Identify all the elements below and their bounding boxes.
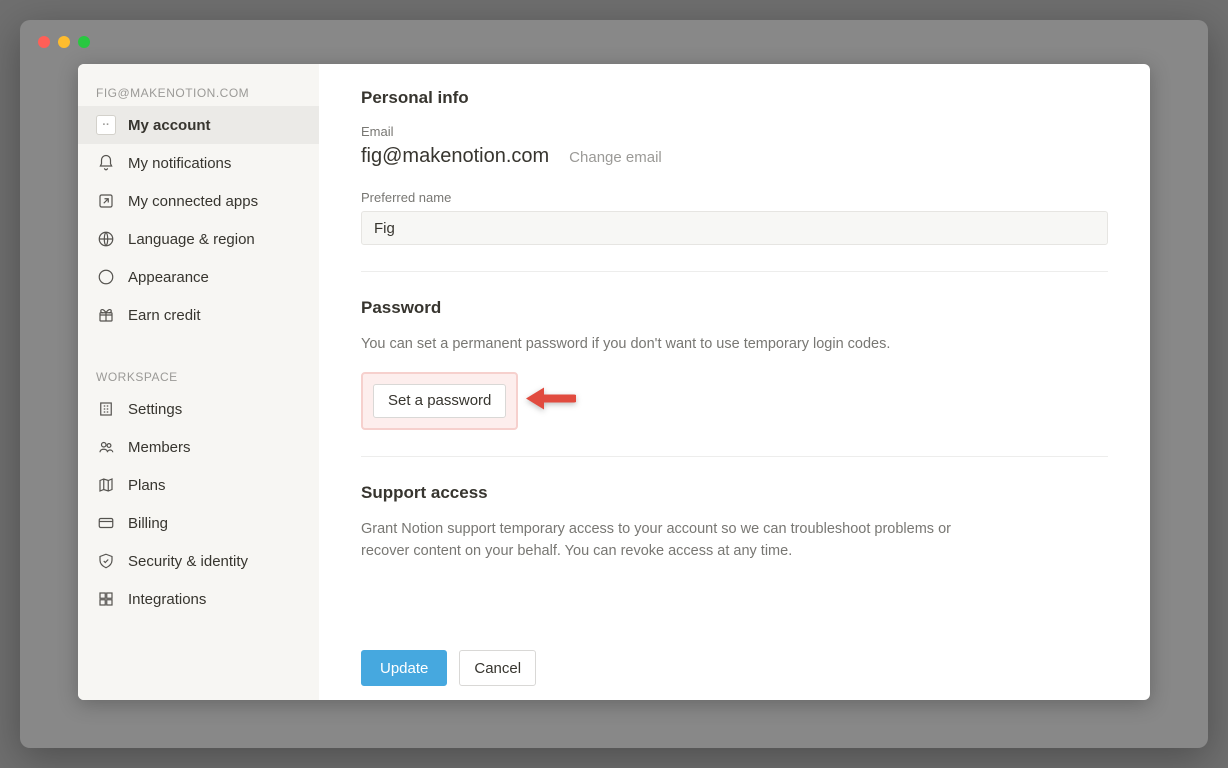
email-label: Email [361, 124, 1108, 139]
sidebar-item-notifications[interactable]: My notifications [78, 144, 319, 182]
bell-icon [96, 153, 116, 173]
sidebar-item-settings[interactable]: Settings [78, 390, 319, 428]
sidebar-item-label: Settings [128, 401, 301, 418]
titlebar [20, 20, 1208, 64]
password-description: You can set a permanent password if you … [361, 334, 981, 356]
preferred-name-input[interactable] [361, 211, 1108, 245]
building-icon [96, 399, 116, 419]
sidebar-item-earn-credit[interactable]: Earn credit [78, 296, 319, 334]
sidebar-item-language-region[interactable]: Language & region [78, 220, 319, 258]
sidebar-item-label: Earn credit [128, 307, 301, 324]
sidebar-item-label: Security & identity [128, 553, 301, 570]
sidebar-item-label: Language & region [128, 231, 301, 248]
change-email-link[interactable]: Change email [569, 149, 662, 166]
sidebar-item-label: My account [128, 117, 301, 134]
shield-icon [96, 551, 116, 571]
divider [361, 456, 1108, 457]
email-value: fig@makenotion.com [361, 145, 549, 168]
settings-content: Personal info Email fig@makenotion.com C… [319, 64, 1150, 635]
support-access-title: Support access [361, 483, 1108, 503]
cancel-button[interactable]: Cancel [459, 650, 536, 686]
app-window: FIG@MAKENOTION.COM ·· My account My noti… [20, 20, 1208, 748]
gift-icon [96, 305, 116, 325]
settings-sidebar: FIG@MAKENOTION.COM ·· My account My noti… [78, 64, 319, 700]
sidebar-item-label: My notifications [128, 155, 301, 172]
annotation-arrow-icon [524, 381, 576, 420]
sidebar-item-label: Plans [128, 477, 301, 494]
sidebar-item-label: Integrations [128, 591, 301, 608]
sidebar-item-connected-apps[interactable]: My connected apps [78, 182, 319, 220]
support-access-description: Grant Notion support temporary access to… [361, 519, 981, 563]
window-zoom-dot[interactable] [78, 36, 90, 48]
sidebar-item-integrations[interactable]: Integrations [78, 580, 319, 618]
sidebar-item-label: My connected apps [128, 193, 301, 210]
sidebar-item-plans[interactable]: Plans [78, 466, 319, 504]
grid-icon [96, 589, 116, 609]
window-minimize-dot[interactable] [58, 36, 70, 48]
settings-main: Personal info Email fig@makenotion.com C… [319, 64, 1150, 700]
sidebar-item-my-account[interactable]: ·· My account [78, 106, 319, 144]
settings-footer: Update Cancel [319, 635, 1150, 700]
update-button[interactable]: Update [361, 650, 447, 686]
preferred-name-label: Preferred name [361, 190, 1108, 205]
sidebar-item-label: Appearance [128, 269, 301, 286]
personal-info-title: Personal info [361, 88, 1108, 108]
moon-icon [96, 267, 116, 287]
settings-modal: FIG@MAKENOTION.COM ·· My account My noti… [78, 64, 1150, 700]
avatar-icon: ·· [96, 115, 116, 135]
sidebar-item-label: Members [128, 439, 301, 456]
sidebar-item-billing[interactable]: Billing [78, 504, 319, 542]
sidebar-item-label: Billing [128, 515, 301, 532]
sidebar-item-members[interactable]: Members [78, 428, 319, 466]
sidebar-item-appearance[interactable]: Appearance [78, 258, 319, 296]
arrow-up-right-box-icon [96, 191, 116, 211]
sidebar-header-email: FIG@MAKENOTION.COM [78, 78, 319, 106]
map-icon [96, 475, 116, 495]
divider [361, 271, 1108, 272]
globe-icon [96, 229, 116, 249]
window-close-dot[interactable] [38, 36, 50, 48]
set-password-button[interactable]: Set a password [373, 384, 506, 418]
people-icon [96, 437, 116, 457]
credit-card-icon [96, 513, 116, 533]
sidebar-header-workspace: WORKSPACE [78, 362, 319, 390]
annotation-highlight: Set a password [361, 372, 518, 430]
password-title: Password [361, 298, 1108, 318]
sidebar-item-security-identity[interactable]: Security & identity [78, 542, 319, 580]
